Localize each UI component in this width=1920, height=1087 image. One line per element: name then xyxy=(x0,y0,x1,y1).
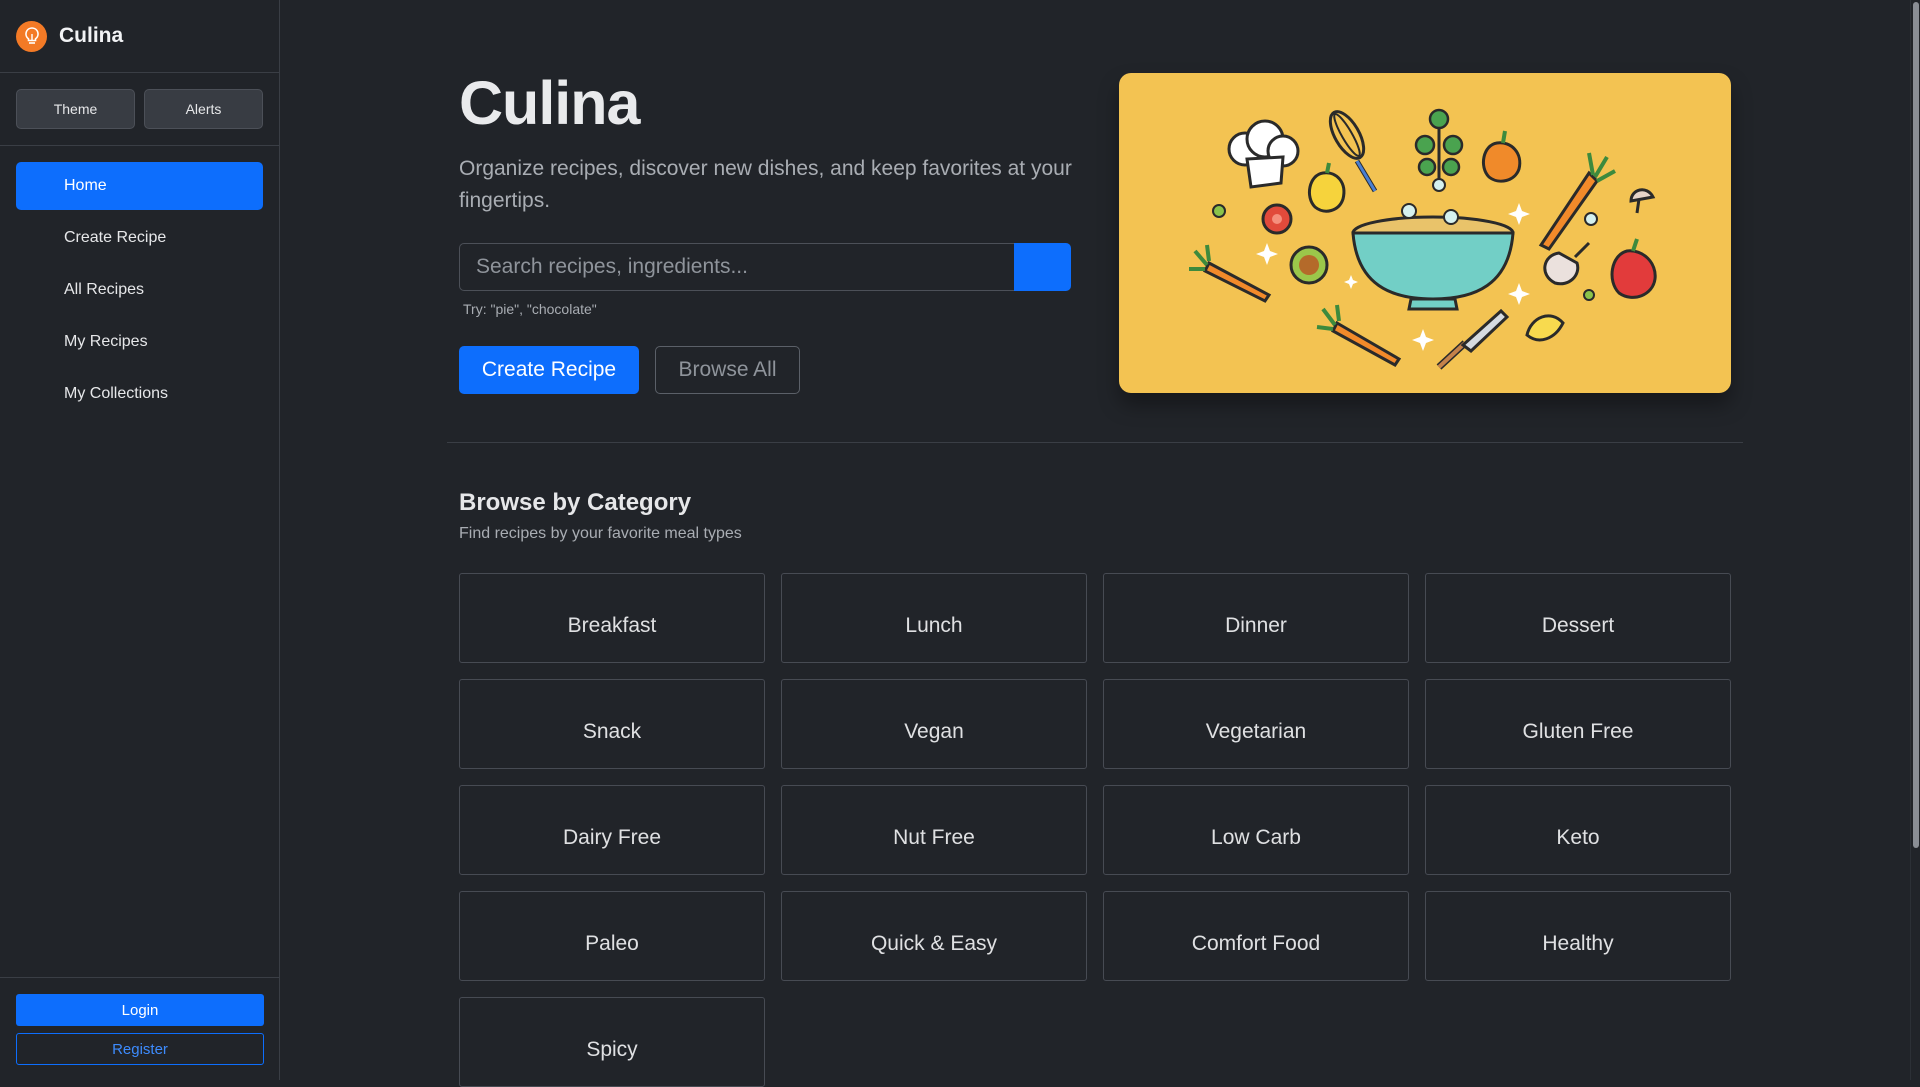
sidebar-item-all-recipes[interactable]: All Recipes xyxy=(16,266,263,314)
lemon-icon xyxy=(1525,314,1565,342)
category-card-dessert[interactable]: Dessert xyxy=(1425,573,1731,663)
category-card-snack[interactable]: Snack xyxy=(459,679,765,769)
brand[interactable]: Culina xyxy=(0,0,279,73)
alerts-button[interactable]: Alerts xyxy=(144,89,263,129)
theme-button[interactable]: Theme xyxy=(16,89,135,129)
knife-icon xyxy=(1436,308,1510,370)
garlic-icon xyxy=(1543,241,1591,286)
hero-subtitle: Organize recipes, discover new dishes, a… xyxy=(459,157,1072,212)
search-button[interactable] xyxy=(1014,243,1071,291)
section-divider xyxy=(447,442,1743,443)
category-grid: Breakfast Lunch Dinner Dessert Snack Veg… xyxy=(459,573,1733,1087)
register-button[interactable]: Register xyxy=(16,1033,264,1065)
carrot-icon xyxy=(1538,152,1616,251)
main-content: Culina Organize recipes, discover new di… xyxy=(281,0,1910,1087)
carrot-icon xyxy=(1189,244,1272,303)
sidebar: Culina Theme Alerts Home Create Recipe A… xyxy=(0,0,280,1080)
sidebar-item-my-collections[interactable]: My Collections xyxy=(16,370,263,418)
create-recipe-button[interactable]: Create Recipe xyxy=(459,346,639,394)
utility-row: Theme Alerts xyxy=(0,73,279,146)
brand-name: Culina xyxy=(59,24,124,47)
category-card-spicy[interactable]: Spicy xyxy=(459,997,765,1087)
pepper-icon xyxy=(1307,162,1346,213)
sidebar-item-my-recipes[interactable]: My Recipes xyxy=(16,318,263,366)
category-card-paleo[interactable]: Paleo xyxy=(459,891,765,981)
categories-subtitle: Find recipes by your favorite meal types xyxy=(459,525,742,542)
lightbulb-icon xyxy=(16,20,47,52)
category-card-gluten-free[interactable]: Gluten Free xyxy=(1425,679,1731,769)
carrot-icon xyxy=(1316,304,1402,367)
category-card-breakfast[interactable]: Breakfast xyxy=(459,573,765,663)
scrollbar-thumb[interactable] xyxy=(1913,2,1919,848)
category-card-low-carb[interactable]: Low Carb xyxy=(1103,785,1409,875)
hero-illustration xyxy=(1119,73,1731,393)
chef-hat-icon xyxy=(1227,119,1300,189)
sidebar-item-create-recipe[interactable]: Create Recipe xyxy=(16,214,263,262)
herb-icon xyxy=(1414,108,1464,185)
category-card-keto[interactable]: Keto xyxy=(1425,785,1731,875)
page-scrollbar[interactable] xyxy=(1910,0,1920,1080)
bowl-icon xyxy=(1351,178,1515,311)
cta-row: Create Recipe Browse All xyxy=(459,346,800,394)
search-input[interactable] xyxy=(459,243,1014,291)
auth-section: Login Register xyxy=(0,977,280,1080)
category-card-nut-free[interactable]: Nut Free xyxy=(781,785,1087,875)
category-card-quick-and-easy[interactable]: Quick & Easy xyxy=(781,891,1087,981)
mushroom-icon xyxy=(1629,188,1656,214)
login-button[interactable]: Login xyxy=(16,994,264,1026)
pepper-icon xyxy=(1610,238,1657,299)
category-card-lunch[interactable]: Lunch xyxy=(781,573,1087,663)
category-card-dinner[interactable]: Dinner xyxy=(1103,573,1409,663)
search-bar xyxy=(459,243,1071,291)
search-hint: Try: "pie", "chocolate" xyxy=(463,301,597,317)
lime-icon xyxy=(1289,245,1329,285)
category-card-vegetarian[interactable]: Vegetarian xyxy=(1103,679,1409,769)
pepper-icon xyxy=(1481,130,1522,183)
browse-all-button[interactable]: Browse All xyxy=(655,346,800,394)
hero-title: Culina xyxy=(459,69,640,137)
tomato-icon xyxy=(1261,203,1293,235)
categories-title: Browse by Category xyxy=(459,489,692,516)
sidebar-nav: Home Create Recipe All Recipes My Recipe… xyxy=(0,146,279,418)
category-card-healthy[interactable]: Healthy xyxy=(1425,891,1731,981)
category-card-vegan[interactable]: Vegan xyxy=(781,679,1087,769)
category-card-comfort-food[interactable]: Comfort Food xyxy=(1103,891,1409,981)
category-card-dairy-free[interactable]: Dairy Free xyxy=(459,785,765,875)
sidebar-item-home[interactable]: Home xyxy=(16,162,263,210)
